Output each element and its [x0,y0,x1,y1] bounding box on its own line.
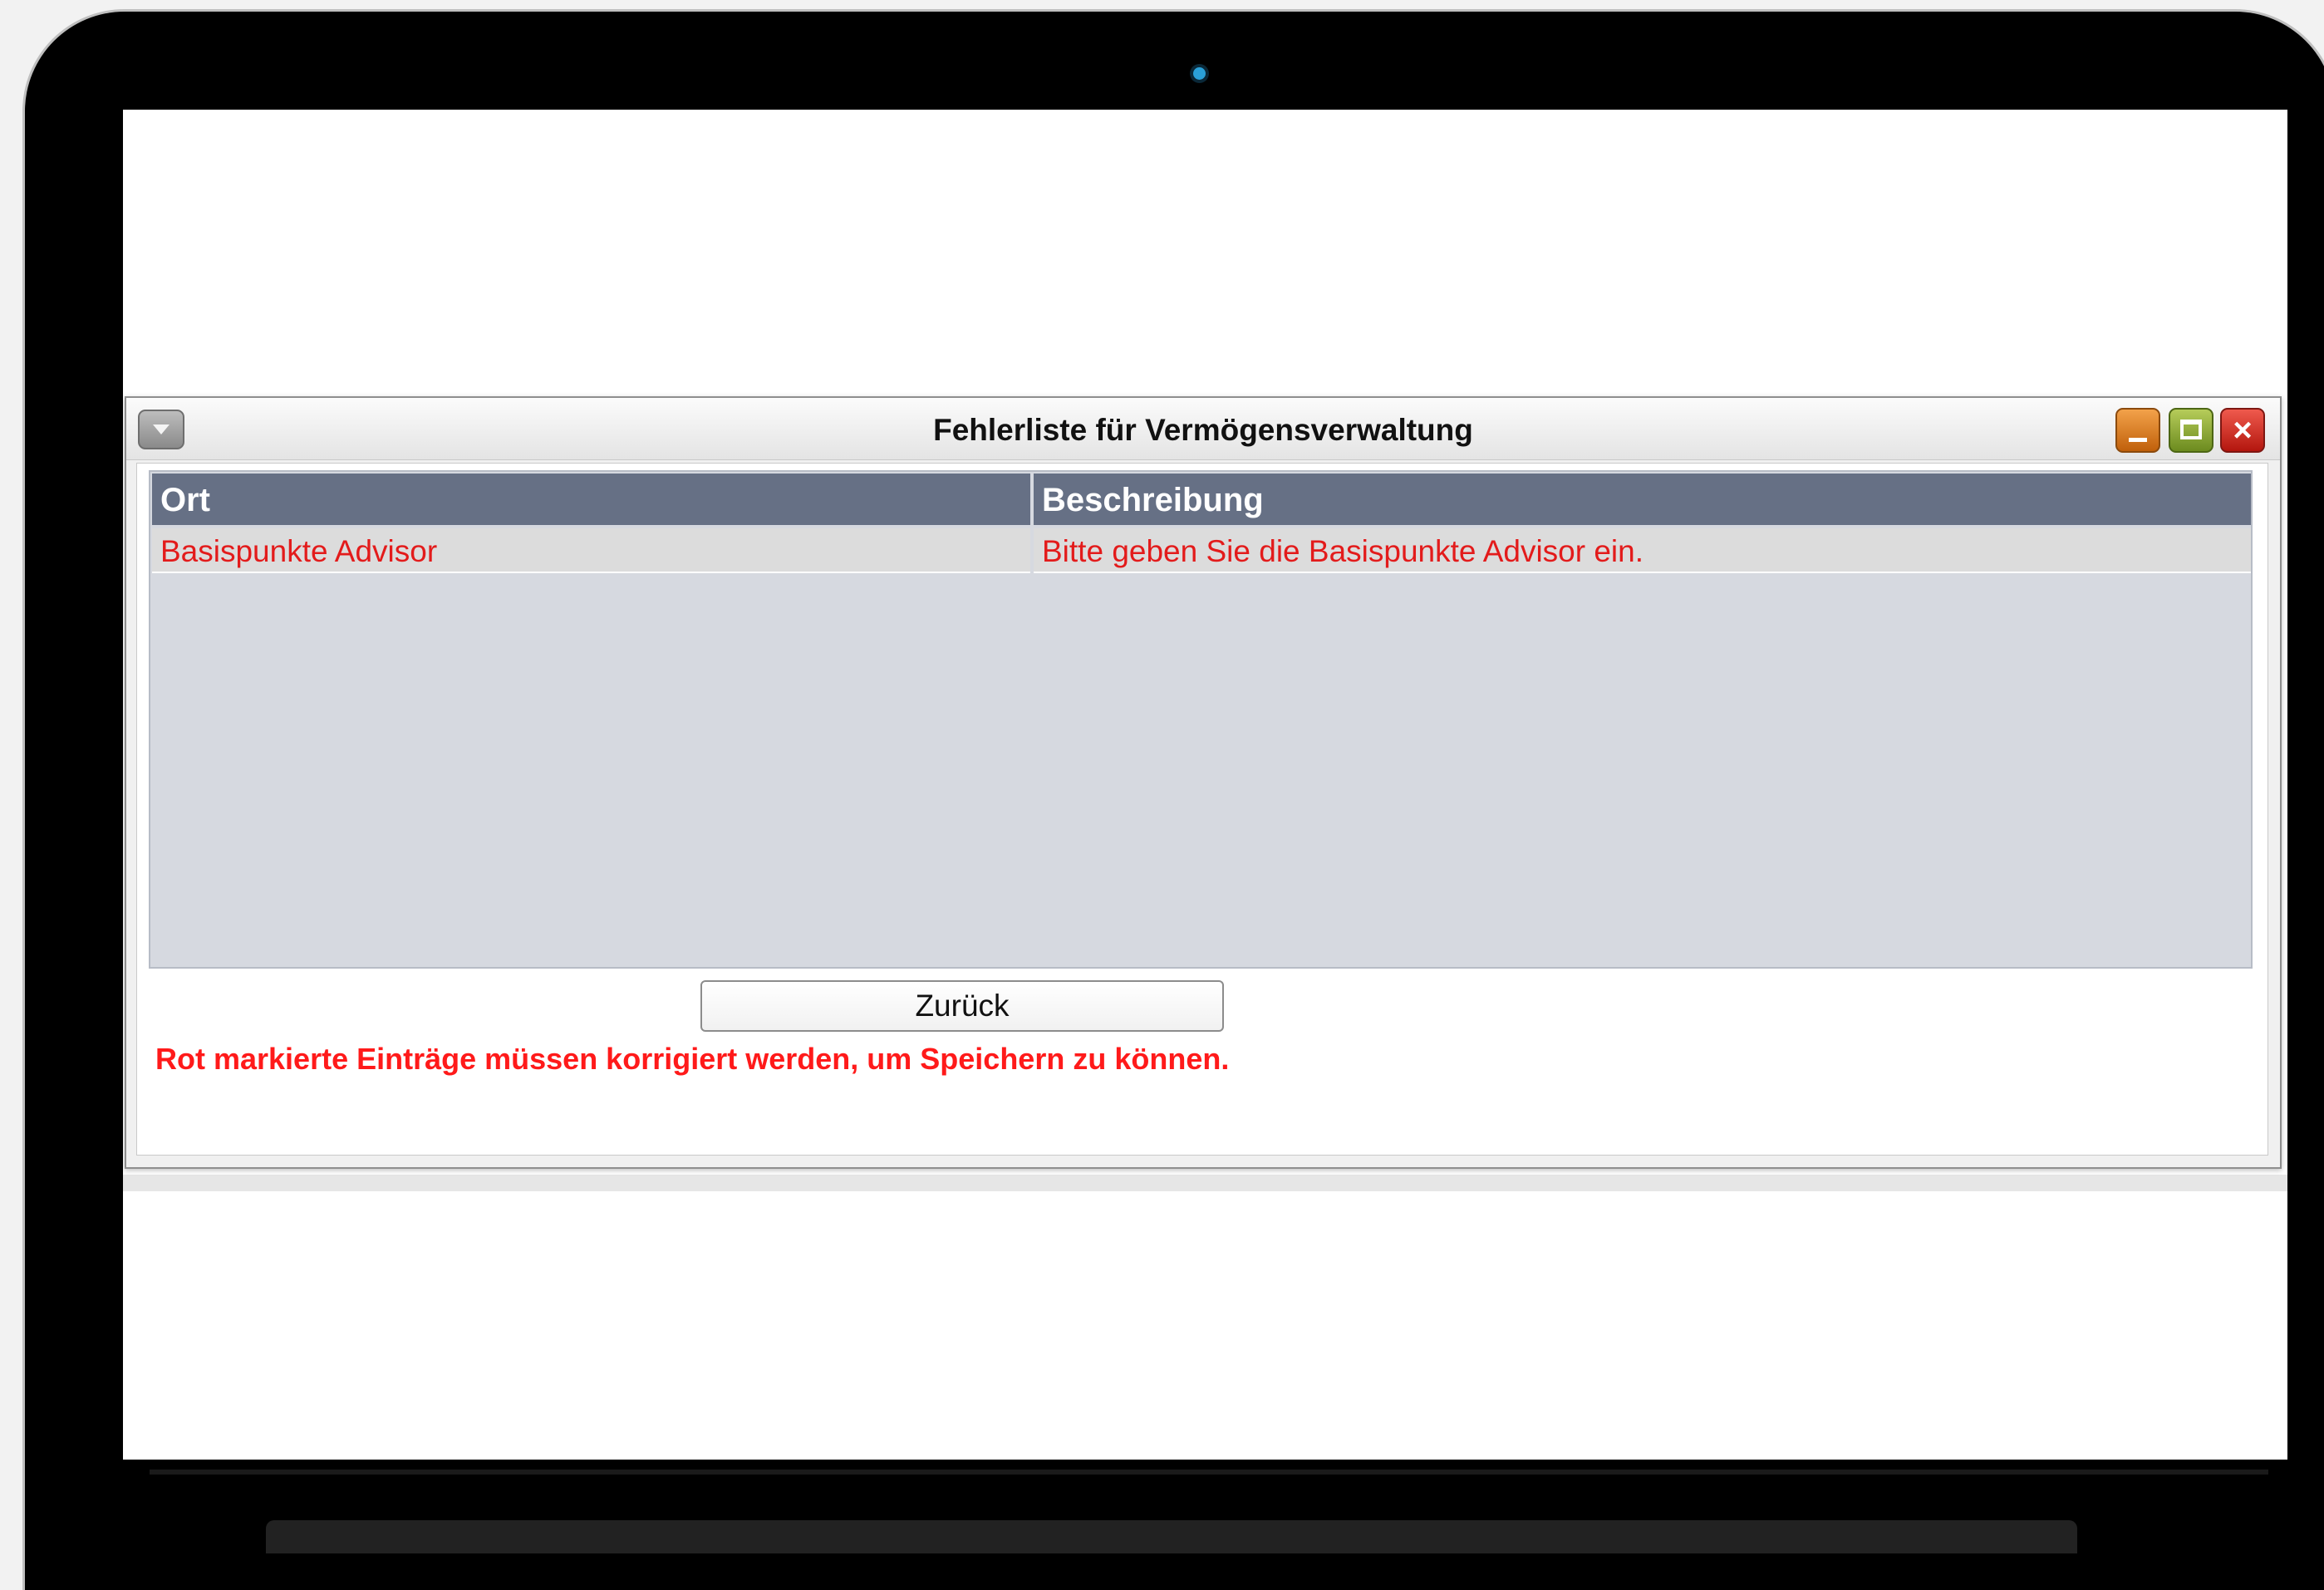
column-header-ort[interactable]: Ort [152,474,1030,525]
dialog-titlebar[interactable]: Fehlerliste für Vermögensverwaltung × [126,398,2280,460]
back-button[interactable]: Zurück [700,980,1224,1032]
camera-dot [1193,67,1206,80]
error-list-dialog: Fehlerliste für Vermögensverwaltung × Or… [125,396,2282,1169]
minimize-button[interactable] [2115,408,2160,453]
close-button[interactable]: × [2220,408,2265,453]
column-header-beschreibung[interactable]: Beschreibung [1034,474,2251,525]
laptop-base [266,1520,2077,1553]
dialog-title: Fehlerliste für Vermögensverwaltung [933,413,1473,447]
table-cell-beschreibung[interactable]: Bitte geben Sie die Basispunkte Advisor … [1034,528,2251,573]
laptop-frame: Fehlerliste für Vermögensverwaltung × Or… [25,12,2324,1590]
backdrop-strip [123,1175,2287,1191]
minimize-icon [2129,438,2147,442]
error-message: Rot markierte Einträge müssen korrigiert… [155,1042,1230,1076]
close-icon: × [2233,412,2253,449]
maximize-button[interactable] [2169,408,2213,453]
chevron-down-icon [153,424,170,434]
dialog-content: Ort Beschreibung Basispunkte Advisor Bit… [136,463,2268,1156]
maximize-icon [2180,420,2202,439]
window-menu-button[interactable] [138,410,184,449]
table-cell-ort[interactable]: Basispunkte Advisor [152,528,1030,573]
screen: Fehlerliste für Vermögensverwaltung × Or… [123,110,2287,1460]
screen-bezel-bottom [150,1470,2268,1475]
error-table: Ort Beschreibung Basispunkte Advisor Bit… [149,470,2253,969]
